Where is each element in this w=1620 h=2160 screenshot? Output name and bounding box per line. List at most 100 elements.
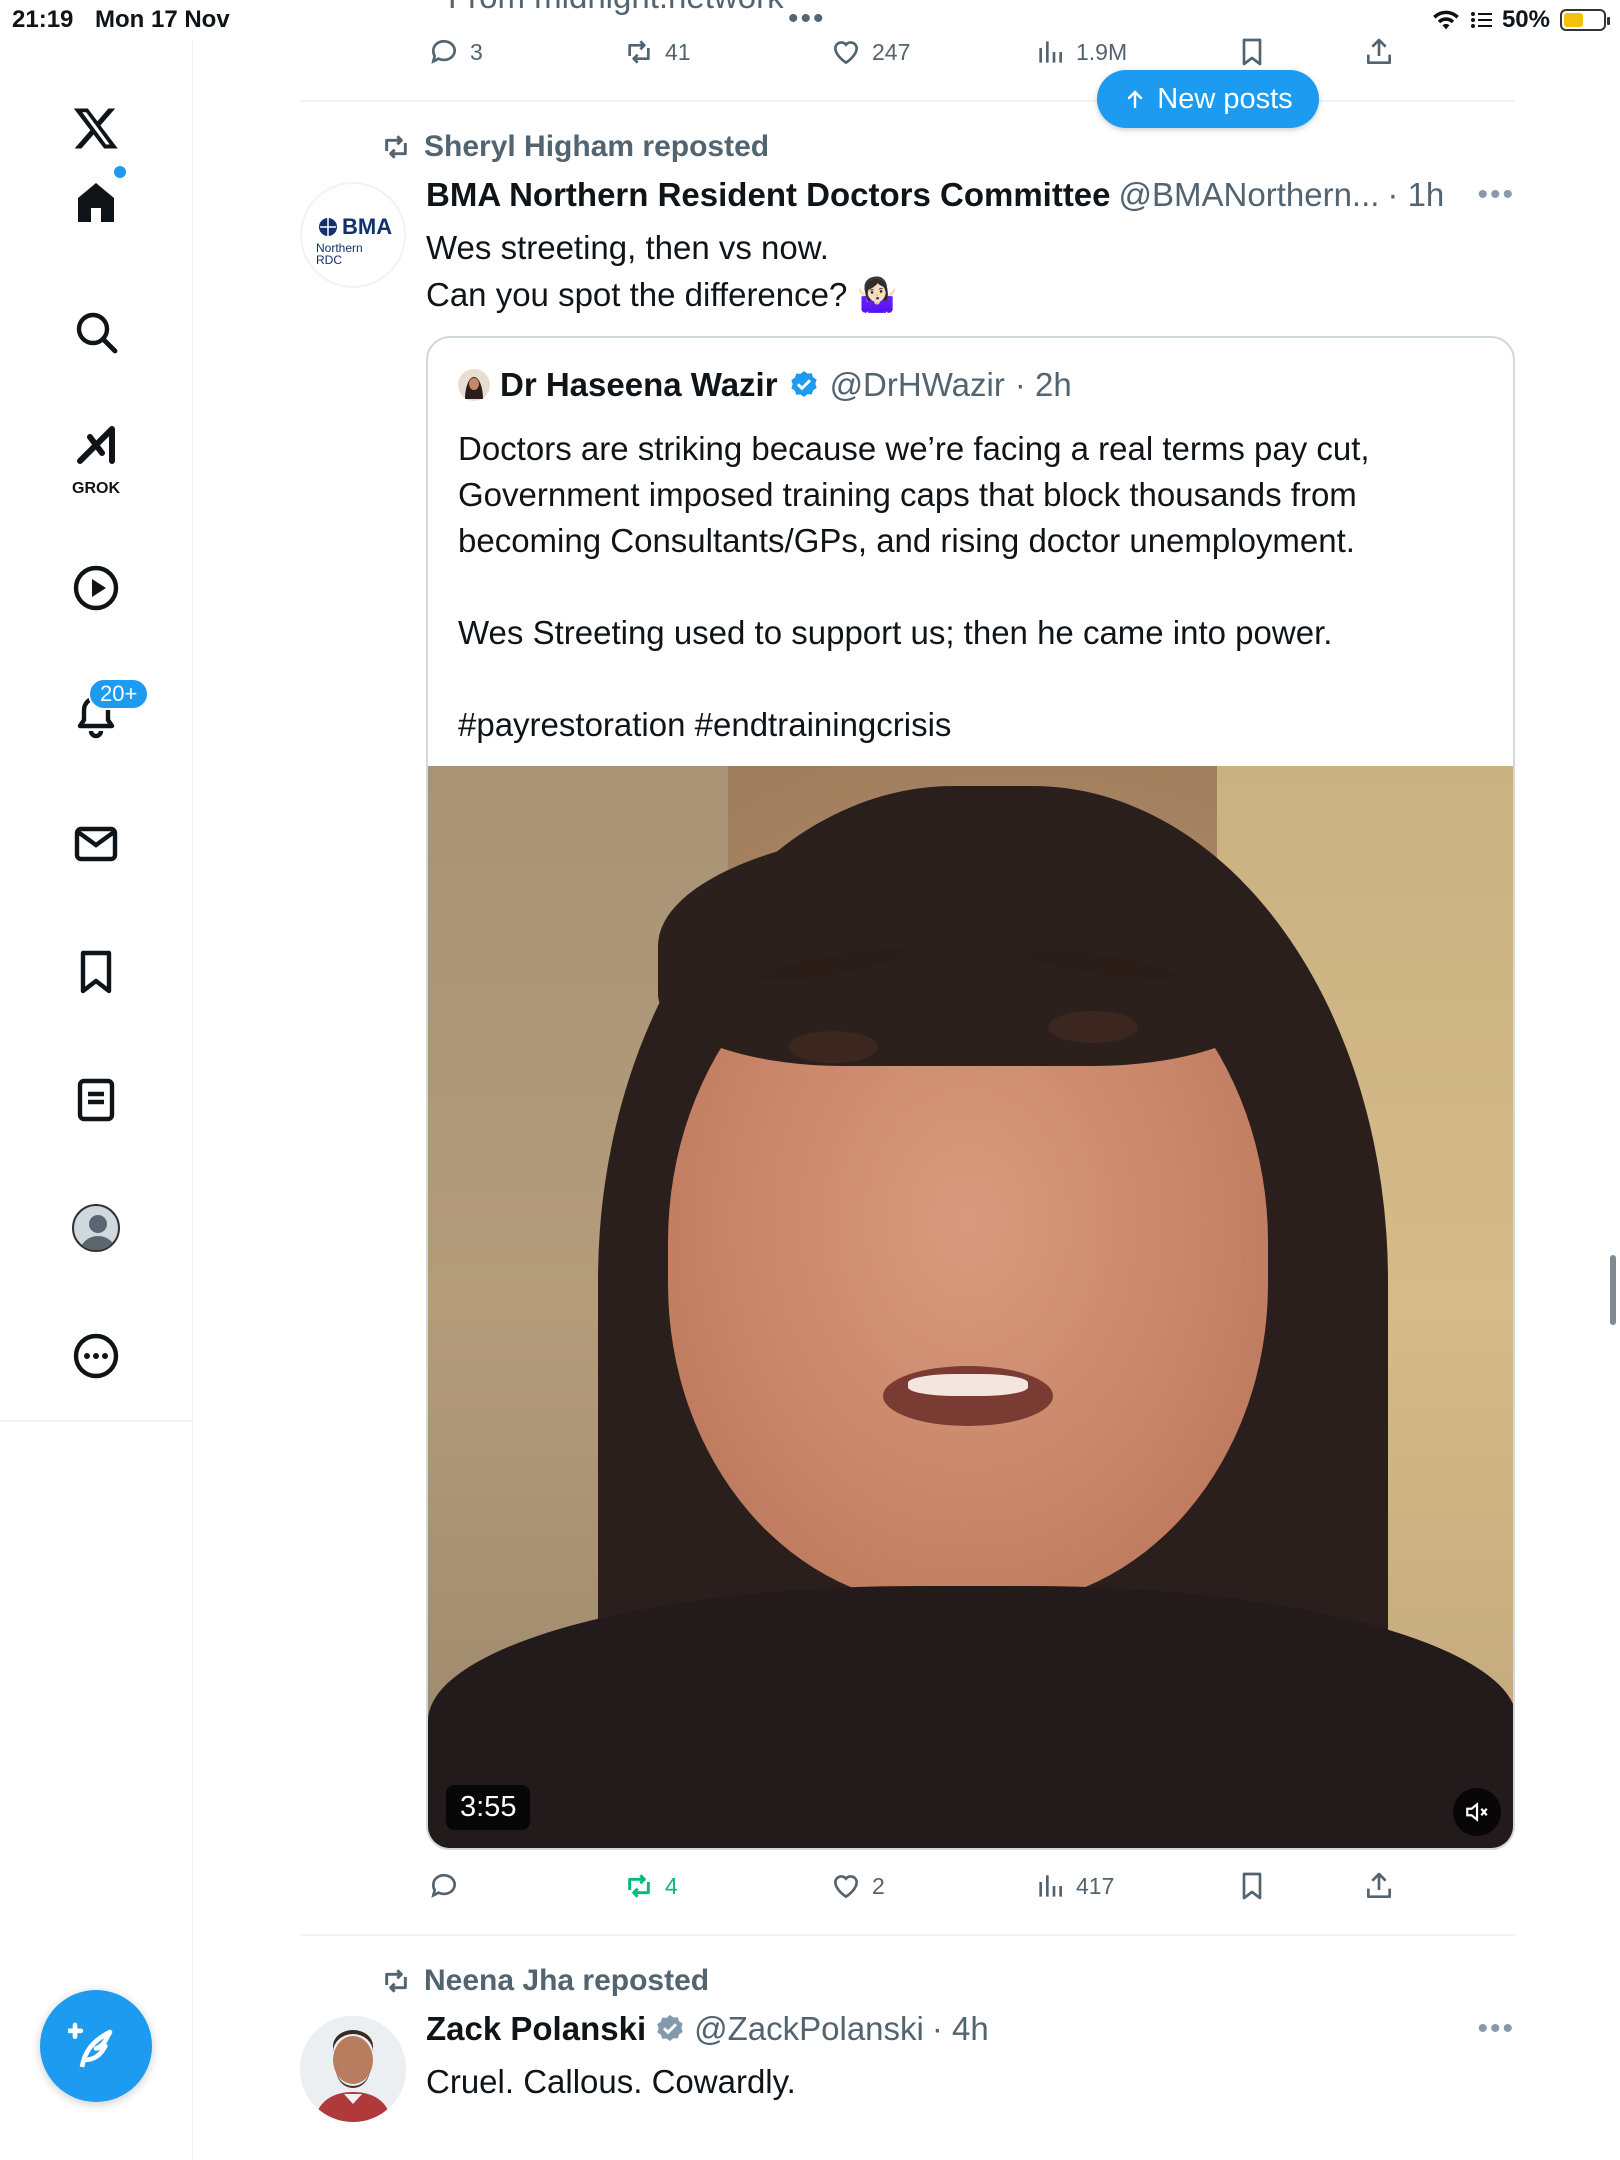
video-teeth	[908, 1374, 1028, 1396]
bma-brand: BMA	[342, 214, 393, 239]
polanski-avatar[interactable]	[300, 2016, 406, 2122]
repost-button[interactable]: 41	[623, 36, 691, 68]
video-eye-right	[1048, 1011, 1138, 1043]
bma-sub: Northern RDC	[316, 241, 363, 267]
repost-count: 41	[665, 38, 691, 65]
bell-icon[interactable]: 20+	[56, 676, 150, 756]
post-separator	[300, 1934, 1515, 1936]
video-duration: 3:55	[446, 1785, 531, 1830]
sidebar-divider	[0, 1420, 193, 1422]
repost-count: 4	[665, 1872, 678, 1899]
post-text: Cruel. Callous. Cowardly.	[426, 2063, 796, 2100]
quote-text: Doctors are striking because we’re facin…	[458, 430, 1370, 743]
views-button[interactable]: 417	[1034, 1870, 1114, 1902]
lists-icon[interactable]	[56, 1060, 136, 1140]
search-icon[interactable]	[56, 292, 136, 372]
repost-attribution: Sheryl Higham reposted	[380, 130, 769, 164]
repost-button[interactable]: 4	[623, 1870, 678, 1902]
sidebar: GROK 20+	[0, 40, 193, 2160]
author-handle[interactable]: @BMANorthern...	[1119, 176, 1380, 214]
compose-icon	[68, 2022, 113, 2068]
views-count: 417	[1076, 1872, 1115, 1899]
bma-avatar[interactable]: BMA Northern RDC	[300, 182, 406, 288]
repost-by: Sheryl Higham reposted	[424, 130, 770, 163]
share-icon	[1367, 38, 1391, 64]
reply-icon	[431, 1873, 456, 1898]
mail-icon[interactable]	[56, 804, 136, 884]
video-icon[interactable]	[56, 548, 136, 628]
post-time[interactable]: · 4h	[932, 2010, 989, 2048]
verified-badge-icon	[790, 371, 817, 397]
timeline[interactable]: From midnight.network 3 41 247 1.9M New …	[300, 0, 1515, 2160]
profile-avatar	[72, 1204, 120, 1252]
reply-button[interactable]	[428, 1870, 470, 1902]
bookmark-button[interactable]	[1236, 1870, 1268, 1902]
more-icon[interactable]	[56, 1316, 136, 1396]
repost-icon	[385, 1969, 407, 1993]
post-text-line1: Wes streeting, then vs now.	[426, 229, 829, 266]
previous-post-partial-text: From midnight.network	[448, 0, 784, 16]
person-photo-icon	[300, 2016, 406, 2122]
repost-attribution: Neena Jha reposted	[380, 1964, 709, 1998]
share-icon	[1367, 1872, 1391, 1898]
x-logo-icon[interactable]	[56, 88, 136, 168]
profile-icon[interactable]	[56, 1188, 136, 1268]
battery-fill	[1564, 13, 1583, 27]
video-shirt	[428, 1586, 1513, 1848]
battery-icon	[1560, 9, 1610, 31]
bookmark-button[interactable]	[1236, 36, 1268, 68]
author-handle[interactable]: @ZackPolanski	[694, 2010, 924, 2048]
new-posts-button[interactable]: New posts	[1097, 70, 1319, 128]
post-more-icon[interactable]: •••	[1477, 2012, 1515, 2046]
muted-speaker-icon	[1466, 1802, 1488, 1822]
notifications-badge: 20+	[88, 678, 150, 710]
share-button[interactable]	[1363, 36, 1395, 68]
scroll-indicator[interactable]	[1610, 1255, 1616, 1325]
quote-author-name[interactable]: Dr Haseena Wazir	[500, 366, 778, 404]
like-button[interactable]: 2	[830, 1870, 885, 1902]
like-count: 2	[872, 1872, 885, 1899]
post-separator	[300, 100, 1515, 102]
post-more-icon[interactable]: •••	[1477, 178, 1515, 212]
post-text: Wes streeting, then vs now. Can you spot…	[426, 224, 898, 318]
bookmark-icon	[1242, 38, 1262, 66]
like-button[interactable]: 247	[830, 36, 910, 68]
reply-icon	[431, 39, 456, 64]
views-button[interactable]: 1.9M	[1034, 36, 1127, 68]
video-eye-left	[788, 1031, 878, 1063]
grok-label: GROK	[72, 480, 120, 497]
bookmark-icon[interactable]	[56, 932, 136, 1012]
views-icon	[1039, 1875, 1062, 1897]
bma-logo-icon	[319, 218, 337, 236]
views-icon	[1039, 41, 1062, 63]
quote-author-handle[interactable]: @DrHWazir	[830, 366, 1005, 404]
share-button[interactable]	[1363, 1870, 1395, 1902]
status-date: Mon 17 Nov	[95, 6, 230, 33]
mute-button[interactable]	[1453, 1788, 1501, 1836]
quote-avatar[interactable]	[458, 369, 490, 401]
previous-post-actions: 3 41 247 1.9M	[428, 32, 1428, 72]
quoted-post[interactable]: Dr Haseena Wazir @DrHWazir · 2h Doctors …	[426, 336, 1515, 1850]
reply-button[interactable]: 3	[428, 36, 483, 68]
quote-time[interactable]: · 2h	[1015, 366, 1072, 404]
post-time[interactable]: · 1h	[1387, 176, 1444, 214]
verified-badge-icon	[657, 2015, 683, 2041]
quote-header: Dr Haseena Wazir @DrHWazir · 2h	[458, 366, 1072, 404]
status-time: 21:19	[12, 6, 74, 33]
video-player[interactable]: 3:55	[428, 766, 1513, 1848]
post-text-line2: Can you spot the difference? 🤷🏻‍♀️	[426, 276, 898, 313]
home-unread-dot	[114, 166, 126, 178]
author-name[interactable]: BMA Northern Resident Doctors Committee	[426, 176, 1111, 214]
bookmark-icon	[1242, 1872, 1262, 1900]
grok-icon[interactable]: GROK	[56, 416, 136, 497]
heart-icon	[833, 41, 859, 65]
post-header: BMA Northern Resident Doctors Committee …	[426, 176, 1444, 214]
post-actions: 4 2 417	[428, 1866, 1428, 1906]
repost-by: Neena Jha reposted	[424, 1964, 710, 1997]
post-header: Zack Polanski @ZackPolanski · 4h	[426, 2010, 989, 2048]
author-name[interactable]: Zack Polanski	[426, 2010, 646, 2048]
home-icon[interactable]	[56, 162, 136, 242]
video-bangs	[658, 826, 1278, 1066]
compose-button[interactable]	[40, 1990, 152, 2102]
repost-icon	[385, 135, 407, 159]
